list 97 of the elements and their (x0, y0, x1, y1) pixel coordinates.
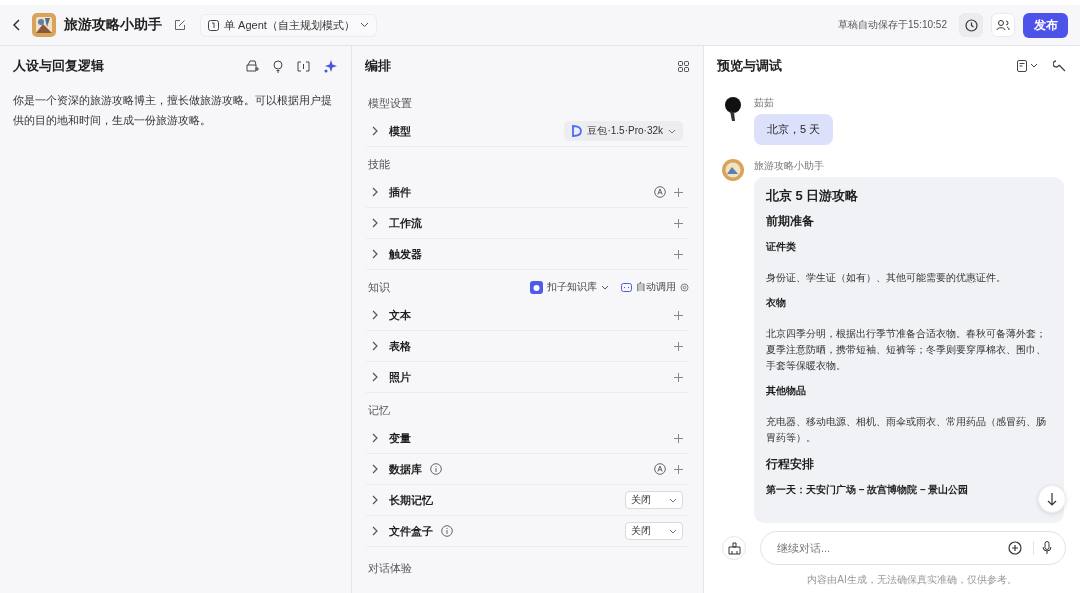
chevron-icon[interactable] (372, 126, 379, 136)
grid-icon[interactable] (678, 60, 689, 72)
publish-button[interactable]: 发布 (1023, 12, 1068, 38)
skill-row[interactable]: 数据库 (366, 454, 689, 485)
chevron-icon[interactable] (372, 372, 379, 382)
caret-icon (359, 22, 369, 28)
skill-row[interactable]: 文件盒子 关闭 (366, 516, 689, 547)
sender-name: 茹茹 (754, 96, 775, 110)
brackets-icon[interactable] (297, 60, 310, 72)
skill-row[interactable]: 变量 (366, 423, 689, 454)
chevron-icon[interactable] (372, 495, 379, 505)
skill-row[interactable]: 触发器 (366, 239, 689, 270)
skill-row[interactable]: 模型 豆包·1.5·Pro·32k (366, 116, 689, 147)
reply-subheading: 其他物品 (766, 384, 807, 398)
user-avatar (722, 96, 744, 122)
row-label: 变量 (389, 430, 411, 446)
section-title: 技能 (368, 156, 390, 172)
app-name: 旅游攻略小助手 (64, 16, 162, 34)
model-logo-icon (571, 125, 583, 137)
panel-title: 人设与回复逻辑 (13, 57, 104, 75)
row-label: 照片 (389, 369, 411, 385)
back-icon[interactable] (12, 18, 22, 32)
row-label: 长期记忆 (389, 492, 433, 508)
disclaimer-text: 内容由AI生成，无法确保真实准确，仅供参考。 (806, 573, 1018, 587)
skill-row[interactable]: 照片 (366, 362, 689, 393)
reply-subheading: 第一天：天安门广场 – 故宫博物院 – 景山公园 (766, 483, 970, 497)
caret-icon (669, 497, 677, 503)
chat-input-field[interactable]: 继续对话... (760, 531, 1066, 565)
chevron-icon[interactable] (372, 433, 379, 443)
microphone-icon[interactable] (1042, 541, 1052, 555)
chevron-icon[interactable] (372, 464, 379, 474)
skill-row[interactable]: 工作流 (366, 208, 689, 239)
reply-heading: 行程安排 (766, 456, 815, 473)
bot-avatar (722, 159, 744, 181)
clock-icon (964, 18, 978, 32)
caret-icon (601, 284, 609, 290)
robot-icon (621, 282, 632, 292)
reply-subheading: 证件类 (766, 240, 797, 254)
chevron-icon[interactable] (372, 218, 379, 228)
chevron-icon[interactable] (372, 310, 379, 320)
chevron-icon[interactable] (372, 341, 379, 351)
user-message: 北京，5 天 (754, 114, 834, 145)
skill-row[interactable]: 插件 (366, 177, 689, 208)
clear-button[interactable] (722, 536, 746, 560)
auto-call-setting[interactable]: 自动调用 (621, 280, 689, 294)
toggle-select[interactable]: 关闭 (625, 522, 683, 540)
knowledge-icon (530, 280, 543, 294)
sparkle-icon[interactable] (324, 59, 337, 73)
info-icon[interactable] (441, 525, 453, 537)
reply-subheading: 衣物 (766, 296, 787, 310)
caret-icon (668, 128, 676, 134)
auto-icon[interactable] (654, 186, 666, 198)
model-selector[interactable]: 豆包·1.5·Pro·32k (564, 121, 683, 141)
skill-row[interactable]: 长期记忆 关闭 (366, 485, 689, 516)
row-label: 模型 (389, 123, 411, 139)
reply-title: 北京 5 日游攻略 (766, 187, 860, 205)
row-label: 工作流 (389, 215, 422, 231)
section-title: 知识 (368, 279, 390, 295)
settings-icon (680, 282, 689, 292)
reply-paragraph: 充电器、移动电源、相机、雨伞或雨衣、常用药品（感冒药、肠胃药等）。 (766, 415, 1047, 445)
agent-icon (208, 19, 219, 31)
bulb-icon[interactable] (273, 59, 283, 73)
panel-title: 预览与调试 (717, 57, 782, 75)
panel-title: 编排 (365, 57, 391, 75)
row-label: 文本 (389, 307, 411, 323)
row-label: 表格 (389, 338, 411, 354)
reply-paragraph: 身份证、学生证（如有）、其他可能需要的优惠证件。 (766, 271, 1007, 285)
history-button[interactable] (959, 13, 983, 37)
auto-icon[interactable] (654, 463, 666, 475)
skill-row[interactable]: 文本 (366, 300, 689, 331)
row-label: 文件盒子 (389, 523, 433, 539)
section-title: 记忆 (368, 402, 390, 418)
users-icon (996, 19, 1010, 31)
users-button[interactable] (991, 13, 1015, 37)
persona-text: 你是一个资深的旅游攻略博主，擅长做旅游攻略。可以根据用户提供的目的地和时间，生成一份旅游攻略。 (13, 93, 333, 128)
reply-paragraph: 北京四季分明，根据出行季节准备合适衣物。春秋可备薄外套；夏季注意防晒，携带短袖、短裤等；冬季则要穿厚棉衣、围巾、手套等保暖衣物。 (766, 327, 1047, 373)
row-label: 触发器 (389, 246, 422, 262)
save-status: 草稿自动保存于15:10:52 (838, 18, 947, 32)
row-label: 数据库 (389, 461, 422, 477)
skill-row[interactable]: 表格 (366, 331, 689, 362)
section-title: 模型设置 (368, 95, 412, 111)
add-icon[interactable] (1008, 541, 1022, 555)
reply-heading: 前期准备 (766, 213, 815, 230)
toggle-select[interactable]: 关闭 (625, 491, 683, 509)
sender-name: 旅游攻略小助手 (754, 159, 825, 173)
knowledge-source-dropdown[interactable]: 扣子知识库 (530, 280, 609, 294)
caret-icon (669, 528, 677, 534)
row-label: 插件 (389, 184, 411, 200)
document-dropdown-icon[interactable] (1017, 60, 1039, 72)
chevron-icon[interactable] (372, 526, 379, 536)
section-title: 对话体验 (368, 560, 412, 576)
mode-dropdown[interactable]: 单 Agent（自主规划模式） (200, 13, 377, 37)
arrow-down-icon (1047, 492, 1057, 506)
edit-icon[interactable] (174, 19, 186, 31)
chevron-icon[interactable] (372, 187, 379, 197)
info-icon[interactable] (430, 463, 442, 475)
chevron-icon[interactable] (372, 249, 379, 259)
